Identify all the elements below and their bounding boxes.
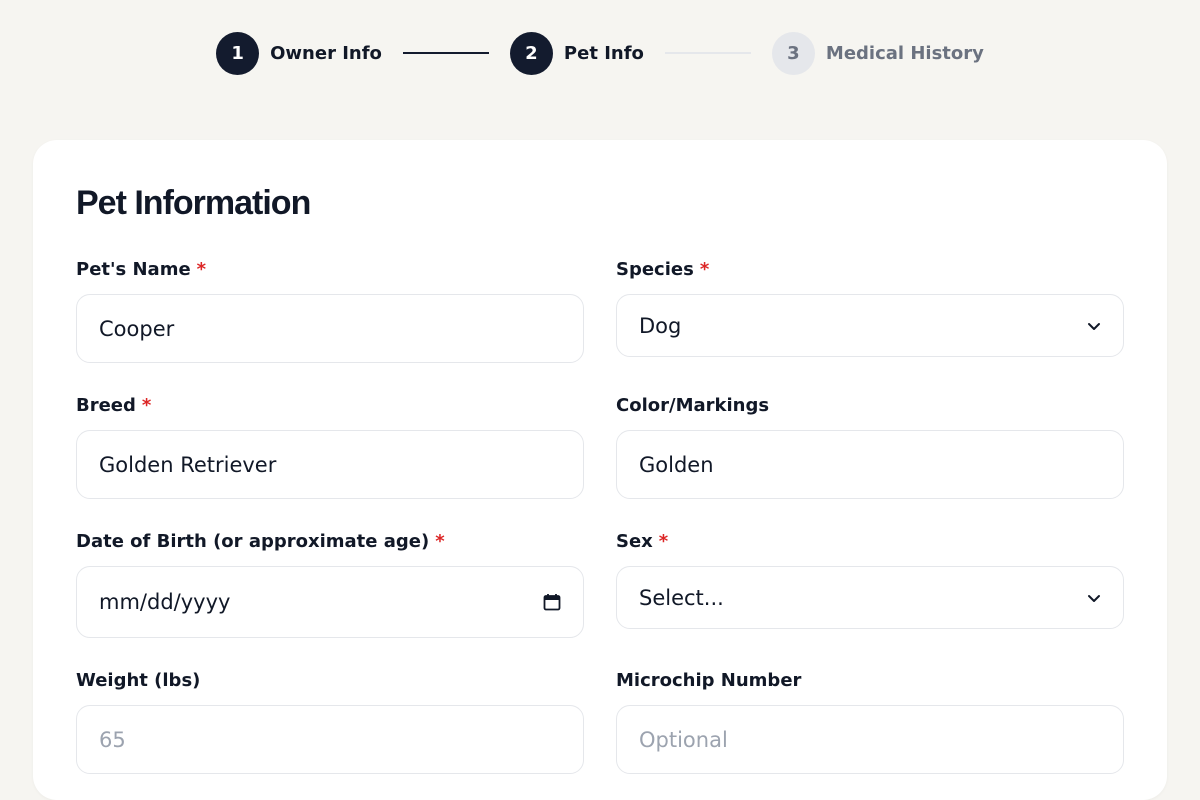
date-placeholder: mm/dd/yyyy: [99, 590, 231, 614]
field-label: Species *: [616, 259, 1124, 281]
color-markings-group: Color/Markings Golden: [616, 395, 1124, 499]
step-connector: [402, 52, 489, 54]
progress-stepper: 1 Owner Info 2 Pet Info 3 Medical Histor…: [0, 31, 1200, 75]
weight-input[interactable]: 65: [76, 705, 584, 774]
input-value: Golden: [639, 452, 714, 477]
step-number-badge: 3: [771, 31, 815, 75]
pet-name-input[interactable]: Cooper: [76, 294, 584, 363]
input-value: Cooper: [99, 316, 175, 341]
species-group: Species * Dog: [616, 259, 1124, 357]
select-value: Dog: [639, 313, 682, 338]
step-medical-history[interactable]: 3 Medical History: [771, 31, 984, 75]
input-placeholder: Optional: [639, 727, 728, 752]
required-marker: *: [435, 531, 445, 552]
pet-name-label: Pet's Name: [76, 259, 191, 280]
sex-select[interactable]: Select...: [616, 566, 1124, 629]
dob-group: Date of Birth (or approximate age) * mm/d…: [76, 531, 584, 638]
required-marker: *: [658, 531, 669, 552]
step-pet-info[interactable]: 2 Pet Info: [509, 31, 644, 75]
step-connector: [664, 52, 751, 54]
color-markings-label: Color/Markings: [616, 395, 770, 416]
step-label: Pet Info: [563, 42, 644, 64]
microchip-group: Microchip Number Optional: [616, 670, 1124, 774]
calendar-icon[interactable]: [543, 593, 561, 611]
pet-info-card: Pet Information Pet's Name * Cooper Speci…: [33, 140, 1167, 800]
step-number-badge: 2: [509, 31, 553, 75]
weight-group: Weight (lbs) 65: [76, 670, 584, 774]
field-label: Pet's Name *: [76, 259, 584, 281]
input-placeholder: 65: [99, 727, 126, 752]
select-value: Select...: [639, 585, 724, 610]
field-label: Sex *: [616, 531, 1124, 553]
input-value: Golden Retriever: [99, 452, 277, 477]
pet-name-group: Pet's Name * Cooper: [76, 259, 584, 363]
breed-group: Breed * Golden Retriever: [76, 395, 584, 499]
field-label: Breed *: [76, 395, 584, 417]
dob-date-input[interactable]: mm/dd/yyyy: [76, 566, 584, 638]
field-label: Microchip Number: [616, 670, 1124, 692]
page-title: Pet Information: [76, 184, 311, 222]
breed-label: Breed: [76, 395, 136, 416]
weight-label: Weight (lbs): [76, 670, 201, 691]
color-markings-input[interactable]: Golden: [616, 430, 1124, 499]
required-marker: *: [699, 259, 710, 280]
microchip-label: Microchip Number: [616, 670, 802, 691]
chevron-down-icon: [1088, 594, 1100, 602]
step-number-badge: 1: [216, 31, 260, 75]
microchip-input[interactable]: Optional: [616, 705, 1124, 774]
species-label: Species: [616, 259, 694, 280]
step-label: Owner Info: [270, 42, 382, 64]
field-label: Color/Markings: [616, 395, 1124, 417]
chevron-down-icon: [1088, 322, 1100, 330]
step-label: Medical History: [825, 42, 984, 64]
sex-group: Sex * Select...: [616, 531, 1124, 629]
step-owner-info[interactable]: 1 Owner Info: [216, 31, 382, 75]
required-marker: *: [196, 259, 207, 280]
field-label: Date of Birth (or approximate age) *: [76, 531, 584, 553]
sex-label: Sex: [616, 531, 653, 552]
species-select[interactable]: Dog: [616, 294, 1124, 357]
field-label: Weight (lbs): [76, 670, 584, 692]
breed-input[interactable]: Golden Retriever: [76, 430, 584, 499]
dob-label: Date of Birth (or approximate age): [76, 531, 430, 552]
required-marker: *: [141, 395, 152, 416]
